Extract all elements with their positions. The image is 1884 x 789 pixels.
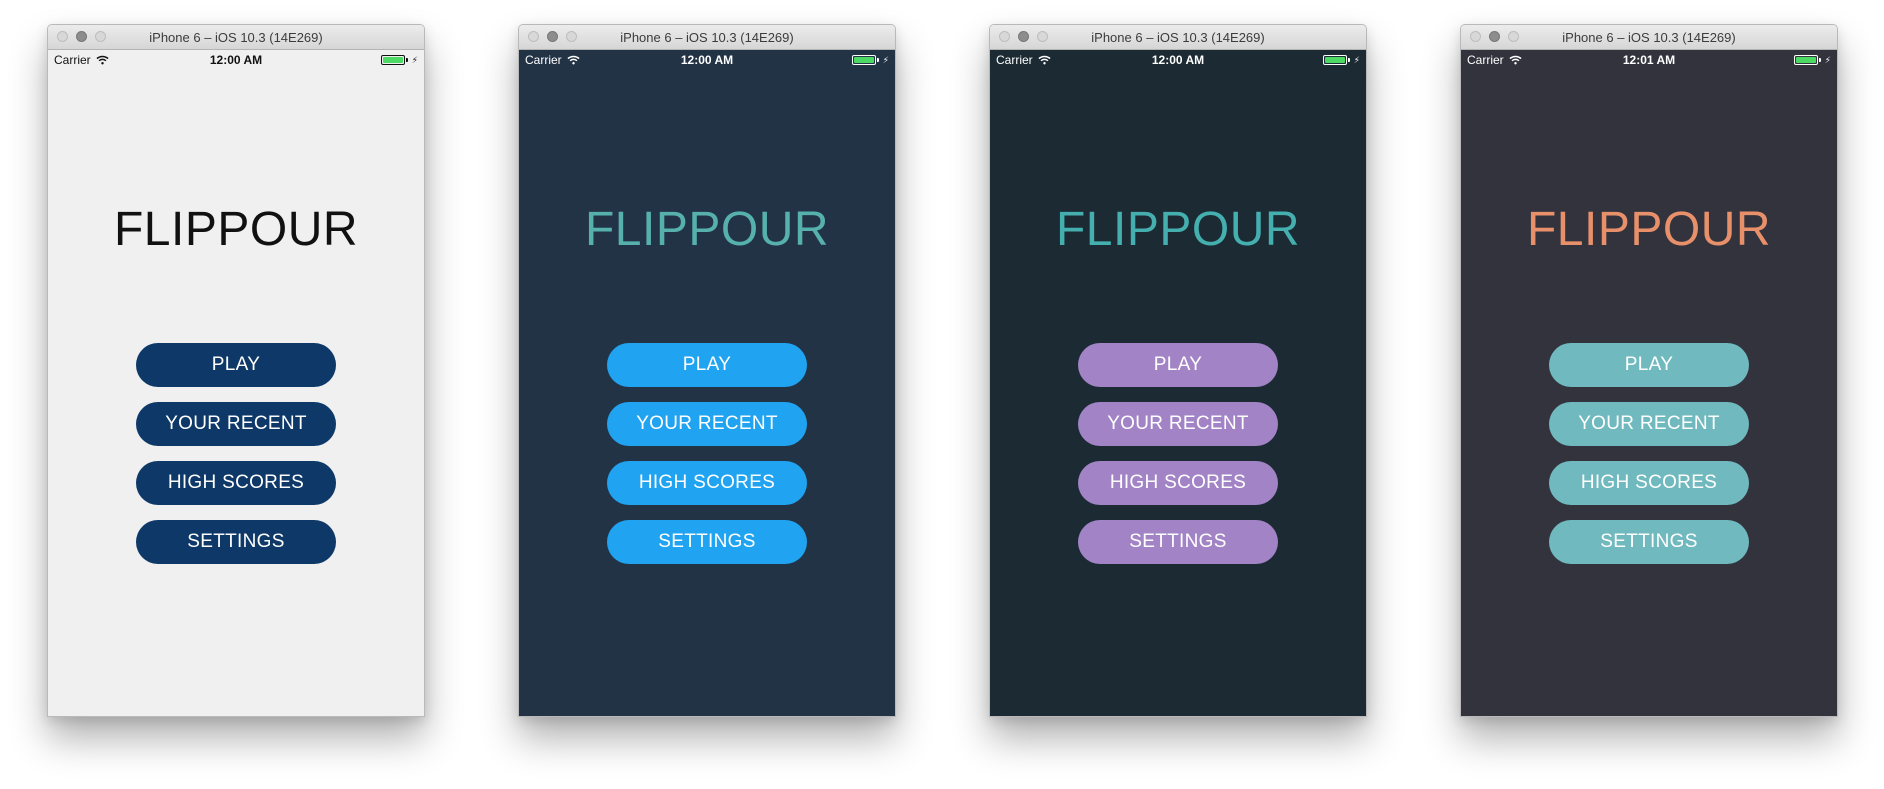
status-time: 12:00 AM <box>1151 53 1205 67</box>
zoom-window-button[interactable] <box>1508 31 1519 42</box>
battery-cap <box>405 58 408 62</box>
simulator-stage: iPhone 6 – iOS 10.3 (14E269) Carrier 12:… <box>0 0 1884 789</box>
play-button[interactable]: PLAY <box>1078 343 1278 387</box>
battery-indicator: ⚡ <box>1793 54 1831 65</box>
battery-indicator: ⚡ <box>851 54 889 65</box>
play-button[interactable]: PLAY <box>1549 343 1749 387</box>
main-menu: PLAY YOUR RECENT HIGH SCORES SETTINGS <box>136 343 336 579</box>
window-controls <box>999 31 1048 42</box>
minimize-window-button[interactable] <box>76 31 87 42</box>
main-menu: PLAY YOUR RECENT HIGH SCORES SETTINGS <box>1549 343 1749 579</box>
device-screen: Carrier 12:00 AM ⚡ FLIPPOUR PLAY YOUR RE… <box>519 50 895 716</box>
minimize-window-button[interactable] <box>1018 31 1029 42</box>
window-controls <box>57 31 106 42</box>
settings-button[interactable]: SETTINGS <box>1078 520 1278 564</box>
battery-icon <box>1793 55 1818 65</box>
status-bar: Carrier 12:00 AM ⚡ <box>990 50 1366 70</box>
minimize-window-button[interactable] <box>1489 31 1500 42</box>
close-window-button[interactable] <box>1470 31 1481 42</box>
window-titlebar[interactable]: iPhone 6 – iOS 10.3 (14E269) <box>48 25 424 50</box>
status-time: 12:01 AM <box>1622 53 1676 67</box>
close-window-button[interactable] <box>999 31 1010 42</box>
window-title: iPhone 6 – iOS 10.3 (14E269) <box>149 29 323 45</box>
zoom-window-button[interactable] <box>95 31 106 42</box>
simulator-window: iPhone 6 – iOS 10.3 (14E269) Carrier 12:… <box>989 24 1367 717</box>
your-recent-button[interactable]: YOUR RECENT <box>607 402 807 446</box>
app-title: FLIPPOUR <box>584 203 830 256</box>
main-menu: PLAY YOUR RECENT HIGH SCORES SETTINGS <box>1078 343 1278 579</box>
status-time: 12:00 AM <box>680 53 734 67</box>
your-recent-button[interactable]: YOUR RECENT <box>136 402 336 446</box>
battery-cap <box>1347 58 1350 62</box>
main-menu: PLAY YOUR RECENT HIGH SCORES SETTINGS <box>607 343 807 579</box>
zoom-window-button[interactable] <box>1037 31 1048 42</box>
window-titlebar[interactable]: iPhone 6 – iOS 10.3 (14E269) <box>519 25 895 50</box>
settings-button[interactable]: SETTINGS <box>1549 520 1749 564</box>
close-window-button[interactable] <box>57 31 68 42</box>
window-titlebar[interactable]: iPhone 6 – iOS 10.3 (14E269) <box>1461 25 1837 50</box>
window-controls <box>528 31 577 42</box>
charging-bolt-icon: ⚡ <box>1353 54 1360 65</box>
battery-cap <box>876 58 879 62</box>
simulator-window: iPhone 6 – iOS 10.3 (14E269) Carrier 12:… <box>47 24 425 717</box>
your-recent-button[interactable]: YOUR RECENT <box>1549 402 1749 446</box>
play-button[interactable]: PLAY <box>607 343 807 387</box>
battery-icon <box>380 55 405 65</box>
device-screen: Carrier 12:01 AM ⚡ FLIPPOUR PLAY YOUR RE… <box>1461 50 1837 716</box>
window-titlebar[interactable]: iPhone 6 – iOS 10.3 (14E269) <box>990 25 1366 50</box>
app-title: FLIPPOUR <box>1526 203 1772 256</box>
charging-bolt-icon: ⚡ <box>411 54 418 65</box>
settings-button[interactable]: SETTINGS <box>607 520 807 564</box>
device-screen: Carrier 12:00 AM ⚡ FLIPPOUR PLAY YOUR RE… <box>48 50 424 716</box>
simulator-window: iPhone 6 – iOS 10.3 (14E269) Carrier 12:… <box>1460 24 1838 717</box>
your-recent-button[interactable]: YOUR RECENT <box>1078 402 1278 446</box>
play-button[interactable]: PLAY <box>136 343 336 387</box>
window-title: iPhone 6 – iOS 10.3 (14E269) <box>620 29 794 45</box>
high-scores-button[interactable]: HIGH SCORES <box>136 461 336 505</box>
simulator-window: iPhone 6 – iOS 10.3 (14E269) Carrier 12:… <box>518 24 896 717</box>
window-title: iPhone 6 – iOS 10.3 (14E269) <box>1091 29 1265 45</box>
battery-icon <box>1322 55 1347 65</box>
minimize-window-button[interactable] <box>547 31 558 42</box>
high-scores-button[interactable]: HIGH SCORES <box>1549 461 1749 505</box>
app-title: FLIPPOUR <box>113 203 359 256</box>
window-controls <box>1470 31 1519 42</box>
settings-button[interactable]: SETTINGS <box>136 520 336 564</box>
battery-indicator: ⚡ <box>1322 54 1360 65</box>
status-bar: Carrier 12:01 AM ⚡ <box>1461 50 1837 70</box>
battery-icon <box>851 55 876 65</box>
device-screen: Carrier 12:00 AM ⚡ FLIPPOUR PLAY YOUR RE… <box>990 50 1366 716</box>
zoom-window-button[interactable] <box>566 31 577 42</box>
status-bar: Carrier 12:00 AM ⚡ <box>519 50 895 70</box>
status-time: 12:00 AM <box>209 53 263 67</box>
high-scores-button[interactable]: HIGH SCORES <box>607 461 807 505</box>
charging-bolt-icon: ⚡ <box>882 54 889 65</box>
app-title: FLIPPOUR <box>1055 203 1301 256</box>
close-window-button[interactable] <box>528 31 539 42</box>
window-title: iPhone 6 – iOS 10.3 (14E269) <box>1562 29 1736 45</box>
battery-cap <box>1818 58 1821 62</box>
battery-indicator: ⚡ <box>380 54 418 65</box>
status-bar: Carrier 12:00 AM ⚡ <box>48 50 424 70</box>
charging-bolt-icon: ⚡ <box>1824 54 1831 65</box>
high-scores-button[interactable]: HIGH SCORES <box>1078 461 1278 505</box>
